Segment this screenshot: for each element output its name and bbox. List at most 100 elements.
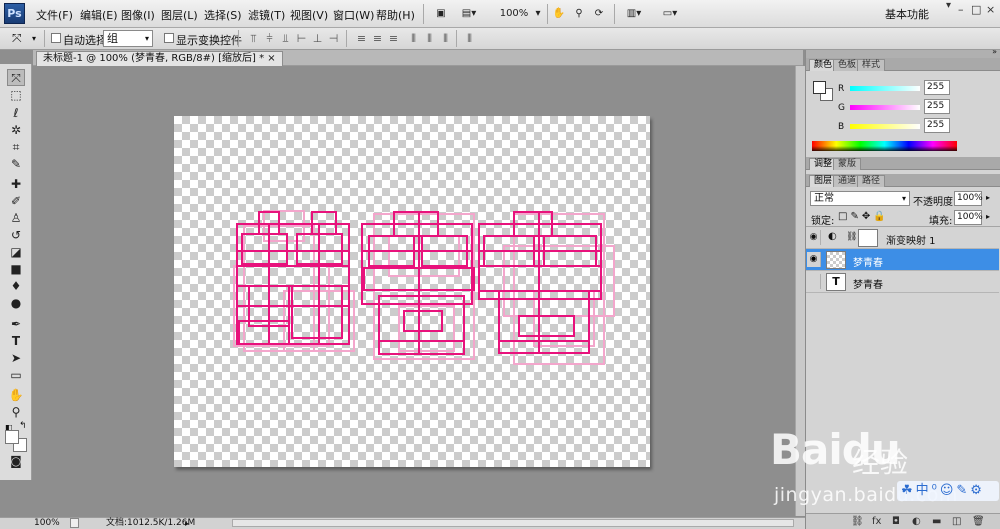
layer-mask-thumbnail[interactable] — [858, 229, 878, 247]
arrange-documents-icon[interactable]: ▥▾ — [620, 5, 648, 23]
layer-name[interactable]: 梦青春 — [853, 254, 883, 269]
layer-name[interactable]: 梦青春 — [853, 276, 883, 291]
tab-masks[interactable]: 蒙版 — [833, 158, 862, 170]
opacity-arrow-icon[interactable]: ▸ — [986, 193, 990, 202]
maximize-button[interactable]: □ — [971, 3, 981, 16]
foreground-color-swatch[interactable] — [813, 81, 826, 94]
text-layer-thumbnail[interactable]: T — [826, 273, 846, 291]
auto-select-checkbox[interactable] — [51, 33, 61, 43]
chevron-down-icon[interactable]: ▾ — [533, 5, 543, 23]
zoom-level[interactable]: 100% — [494, 5, 534, 23]
type-tool-icon[interactable]: T — [7, 333, 25, 350]
horizontal-scrollbar[interactable] — [232, 519, 794, 527]
fill-value[interactable]: 100% — [954, 210, 983, 225]
layer-style-icon[interactable]: fx — [872, 516, 881, 527]
show-transform-checkbox[interactable] — [164, 33, 174, 43]
opacity-value[interactable]: 100% — [954, 191, 983, 206]
bridge-icon[interactable]: ▣ — [432, 5, 450, 23]
align-top-icon[interactable]: ⫪ — [246, 32, 260, 45]
new-adjustment-icon[interactable]: ◐ — [912, 516, 921, 527]
brush-tool-icon[interactable]: ✐ — [7, 193, 25, 210]
swap-colors-icon[interactable]: ↰ — [19, 421, 27, 431]
document-tab[interactable]: 未标题-1 @ 100% (梦青春, RGB/8#) [缩放后] * × — [36, 51, 283, 66]
green-slider[interactable] — [850, 105, 920, 110]
menu-view[interactable]: 视图(V) — [290, 7, 328, 23]
view-extras-icon[interactable]: ▤▾ — [456, 5, 482, 23]
marquee-tool-icon[interactable]: ⬚ — [7, 87, 25, 104]
layer-row-selected[interactable]: ◉ 梦青春 — [806, 249, 999, 271]
shape-tool-icon[interactable]: ▭ — [7, 367, 25, 384]
layer-row-text[interactable]: T 梦青春 — [806, 271, 999, 293]
layer-row-gradient-map[interactable]: ◉ ◐ ⛓ 渐变映射 1 — [806, 227, 999, 249]
screen-mode-icon[interactable]: ▭▾ — [656, 5, 684, 23]
pen-tool-icon[interactable]: ✒ — [7, 316, 25, 333]
magic-wand-tool-icon[interactable]: ✲ — [7, 122, 25, 139]
path-selection-tool-icon[interactable]: ➤ — [7, 350, 25, 367]
fill-arrow-icon[interactable]: ▸ — [986, 212, 990, 221]
add-mask-icon[interactable]: ◘ — [892, 516, 900, 527]
clone-stamp-tool-icon[interactable]: ♙ — [7, 210, 25, 227]
new-layer-icon[interactable]: ◫ — [952, 516, 961, 527]
lasso-tool-icon[interactable]: ℓ — [7, 105, 25, 122]
minimize-button[interactable]: – — [958, 3, 964, 16]
eraser-tool-icon[interactable]: ◪ — [7, 244, 25, 261]
workspace-switcher[interactable]: 基本功能 — [885, 6, 929, 22]
link-layers-icon[interactable]: ⛓ — [851, 516, 864, 527]
foreground-color-swatch[interactable] — [5, 430, 19, 444]
workspace-chevron-icon[interactable]: ▾ — [946, 0, 951, 11]
quick-mask-icon[interactable]: ◙ — [7, 453, 25, 470]
menu-image[interactable]: 图像(I) — [121, 7, 155, 23]
dodge-tool-icon[interactable]: ● — [7, 295, 25, 312]
rotate-view-icon[interactable]: ⟳ — [591, 5, 607, 23]
close-tab-icon[interactable]: × — [267, 53, 275, 64]
distribute-right-icon[interactable]: ⦀ — [438, 32, 452, 45]
gradient-tool-icon[interactable]: ■ — [7, 261, 25, 278]
hand-tool-icon[interactable]: ✋ — [7, 387, 25, 404]
lock-options-icons[interactable]: □✎✥🔒 — [838, 211, 889, 222]
green-value[interactable]: 255 — [924, 99, 950, 114]
eye-icon[interactable]: ◉ — [807, 230, 821, 245]
red-slider[interactable] — [850, 86, 920, 91]
distribute-bottom-icon[interactable]: ≡ — [386, 32, 400, 45]
align-hcenter-icon[interactable]: ⊥ — [310, 32, 324, 45]
status-zoom[interactable]: 100% — [34, 518, 60, 529]
red-value[interactable]: 255 — [924, 80, 950, 95]
eye-icon[interactable]: ◉ — [807, 252, 821, 267]
history-brush-tool-icon[interactable]: ↺ — [7, 227, 25, 244]
distribute-vcenter-icon[interactable]: ≡ — [370, 32, 384, 45]
link-icon[interactable]: ⛓ — [846, 232, 857, 242]
hidden-eye-slot[interactable] — [807, 274, 821, 289]
distribute-top-icon[interactable]: ≡ — [354, 32, 368, 45]
close-button[interactable]: × — [986, 3, 995, 16]
zoom-icon[interactable]: ⚲ — [571, 5, 587, 23]
move-tool-icon[interactable]: ⤧ — [7, 69, 25, 86]
auto-select-dropdown[interactable]: 组 ▾ — [103, 30, 153, 47]
align-vcenter-icon[interactable]: ⫩ — [262, 32, 276, 45]
new-group-icon[interactable]: ▬ — [932, 516, 941, 527]
crop-tool-icon[interactable]: ⌗ — [7, 139, 25, 156]
baidu-toolbar-icons[interactable]: ☘中⁰☺✎⚙ — [901, 483, 985, 498]
blue-slider[interactable] — [850, 124, 920, 129]
auto-align-icon[interactable]: ⦀ — [462, 32, 476, 45]
hand-icon[interactable]: ✋ — [551, 5, 567, 23]
zoom-tool-icon[interactable]: ⚲ — [7, 404, 25, 421]
healing-tool-icon[interactable]: ✚ — [7, 176, 25, 193]
align-left-icon[interactable]: ⊢ — [294, 32, 308, 45]
collapse-panels-icon[interactable]: » — [992, 47, 997, 56]
status-menu-arrow-icon[interactable]: ▸ — [185, 518, 189, 529]
align-right-icon[interactable]: ⊣ — [326, 32, 340, 45]
delete-layer-icon[interactable]: 🗑 — [972, 516, 985, 527]
baidu-toolbar[interactable]: ☘中⁰☺✎⚙ — [897, 481, 999, 501]
menu-window[interactable]: 窗口(W) — [333, 7, 374, 23]
tab-paths[interactable]: 路径 — [857, 175, 886, 187]
distribute-hcenter-icon[interactable]: ⦀ — [422, 32, 436, 45]
menu-file[interactable]: 文件(F) — [36, 7, 73, 23]
menu-select[interactable]: 选择(S) — [204, 7, 242, 23]
menu-edit[interactable]: 编辑(E) — [80, 7, 118, 23]
align-bottom-icon[interactable]: ⫫ — [278, 32, 292, 45]
menu-help[interactable]: 帮助(H) — [376, 7, 415, 23]
move-tool-icon[interactable]: ⤧ — [12, 31, 22, 46]
layer-thumbnail[interactable] — [826, 251, 846, 269]
menu-filter[interactable]: 滤镜(T) — [248, 7, 285, 23]
eyedropper-tool-icon[interactable]: ✎ — [7, 156, 25, 173]
